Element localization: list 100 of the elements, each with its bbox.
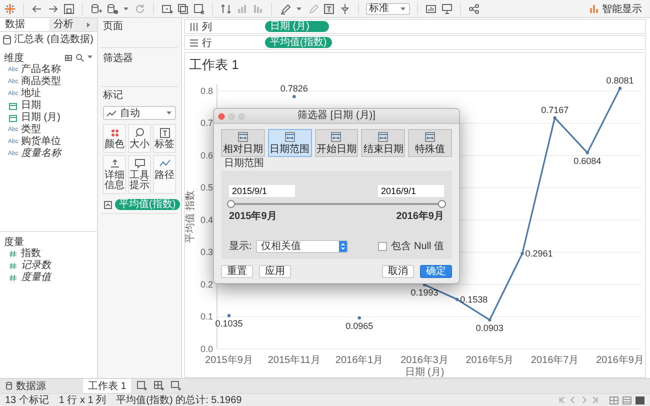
mark-property-button[interactable]: 详细信息	[103, 155, 126, 194]
caret-icon[interactable]	[122, 4, 130, 12]
show-me-button[interactable]: 智能显示	[585, 1, 646, 16]
swap-icon[interactable]	[220, 2, 232, 14]
dialog-button[interactable]: 应用	[259, 265, 291, 278]
mark-property-button[interactable]: 路径	[153, 155, 176, 194]
number-icon	[8, 261, 18, 271]
axis-tick-label: 0.3	[200, 247, 213, 258]
add-datasource-icon[interactable]	[90, 2, 102, 14]
dialog-button[interactable]: 重置	[221, 265, 253, 278]
data-point	[227, 314, 231, 318]
grid-view-icon[interactable]	[609, 396, 619, 404]
highlighter-icon[interactable]	[279, 2, 291, 14]
data-label: 0.1538	[460, 294, 488, 304]
filter-mode-tab[interactable]: 日期范围	[268, 129, 312, 157]
axis-tick-label: 0.0	[200, 344, 213, 354]
field-name[interactable]: 记录数	[21, 260, 51, 272]
start-date-field[interactable]: 2015/9/1	[229, 185, 295, 197]
show-labels-icon[interactable]	[323, 2, 335, 14]
data-label: 0.1993	[410, 288, 438, 298]
caret-icon[interactable]	[399, 4, 407, 12]
filter-mode-tab[interactable]: 结束日期	[361, 129, 406, 157]
back-arrow-icon[interactable]	[31, 2, 43, 14]
presentation-icon[interactable]	[441, 2, 453, 14]
save-icon[interactable]	[63, 2, 75, 14]
new-worksheet-icon[interactable]	[136, 380, 148, 392]
axis-tick-label: 2016年3月	[400, 355, 448, 366]
field-name[interactable]: 度量名称	[21, 148, 61, 160]
field-name[interactable]: 购货单位	[21, 136, 61, 148]
calendar-range-icon	[377, 131, 390, 143]
axis-tick-label: 0.2	[200, 280, 213, 290]
sheet-tab[interactable]: 数据源	[0, 379, 51, 393]
data-point	[455, 298, 459, 301]
field-name[interactable]: 日期 (月)	[21, 112, 60, 124]
calendar-range-icon	[424, 131, 436, 143]
new-story-icon[interactable]	[170, 380, 182, 392]
field-name[interactable]: 指数	[21, 248, 41, 260]
field-name[interactable]: 地址	[21, 88, 41, 100]
color-dots-icon	[108, 127, 120, 139]
axis-tick-label: 0.4	[200, 214, 213, 225]
expand-caret-icon[interactable]	[85, 20, 92, 28]
section-header: 维度	[4, 52, 24, 64]
panel-title: 筛选器	[103, 53, 133, 64]
mark-property-button[interactable]: 大小	[128, 124, 151, 153]
axis-tick-label: 2016年5月	[466, 355, 514, 366]
data-point	[488, 318, 492, 322]
mark-property-button[interactable]: 工具提示	[128, 155, 151, 194]
axis-title: 日期 (月)	[404, 367, 444, 377]
logo-icon[interactable]	[4, 2, 16, 14]
mark-type-dropdown[interactable]: 自动	[103, 106, 176, 120]
filter-mode-tab[interactable]: 开始日期	[314, 129, 358, 157]
range-end-label: 2016年9月	[396, 211, 444, 223]
label-icon	[158, 127, 170, 139]
number-icon	[8, 273, 18, 283]
data-label: 0.8081	[606, 75, 634, 86]
duplicate-icon[interactable]	[177, 2, 189, 14]
field-name[interactable]: 类型	[21, 124, 41, 136]
datasource-icon	[5, 381, 13, 391]
calendar-range-icon	[236, 131, 249, 143]
checkbox[interactable]	[378, 242, 388, 250]
calendar-icon	[8, 113, 18, 123]
new-sheet-icon[interactable]	[161, 2, 173, 14]
forward-arrow-icon[interactable]	[47, 2, 59, 14]
status-text: 1 行 x 1 列	[58, 394, 106, 406]
new-dashboard-icon[interactable]	[153, 380, 166, 392]
filter-mode-tab[interactable]: 特殊值	[408, 129, 452, 157]
mark-property-button[interactable]: 颜色	[103, 124, 126, 153]
path-field-icon[interactable]	[103, 200, 113, 210]
field-name[interactable]: 产品名称	[21, 64, 61, 76]
fit-dropdown[interactable]: 标准	[366, 2, 410, 14]
pin-icon[interactable]	[339, 2, 351, 14]
caret-icon[interactable]	[295, 4, 303, 12]
sheet-tab[interactable]: 工作表 1	[83, 379, 132, 393]
search-icon[interactable]	[75, 53, 84, 63]
chart-icon[interactable]	[425, 2, 437, 14]
field-name[interactable]: 商品类型	[21, 76, 61, 88]
mark-property-button[interactable]: 标签	[153, 124, 176, 153]
axis-title: 平均值 指数	[185, 190, 196, 244]
share-icon[interactable]	[468, 2, 480, 14]
caret-icon[interactable]	[86, 53, 94, 61]
panel-title: 页面	[103, 21, 123, 32]
end-date-field[interactable]: 2016/9/1	[378, 185, 444, 197]
panel-title: 标记	[103, 90, 123, 101]
datasource-icon	[2, 34, 12, 46]
close-icon[interactable]	[218, 112, 225, 120]
grid-view-icon[interactable]	[64, 53, 73, 63]
field-name[interactable]: 日期	[21, 100, 41, 112]
show-values-dropdown[interactable]: 仅相关值	[256, 240, 348, 252]
worksheet-title: 工作表 1	[188, 56, 240, 74]
axis-tick-label: 0.1	[200, 312, 213, 322]
field-name[interactable]: 度量值	[21, 272, 51, 284]
dialog-button[interactable]: 取消	[382, 265, 414, 278]
pane-tab[interactable]: 分析	[48, 18, 97, 31]
caret-icon[interactable]	[165, 109, 173, 117]
dialog-button[interactable]: 确定	[420, 265, 452, 278]
filmstrip-view-icon[interactable]	[635, 396, 645, 404]
datasource-pause-icon[interactable]	[106, 2, 118, 14]
datasource-name[interactable]: 汇总表 (自选数据)	[14, 34, 94, 46]
clear-sheet-icon[interactable]	[193, 2, 205, 14]
filter-mode-tab[interactable]: 相对日期	[221, 129, 265, 157]
